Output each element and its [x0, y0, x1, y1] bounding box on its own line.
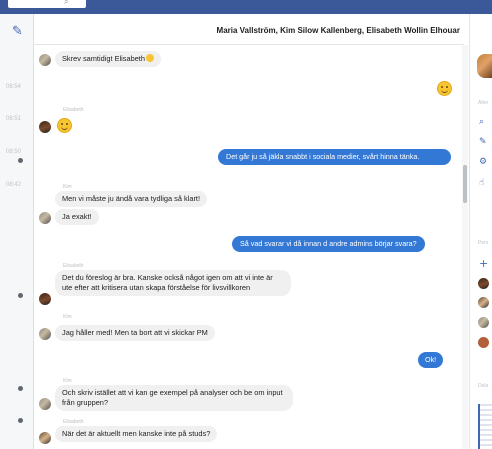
- message-thread: Skrev samtidigt Elisabeth Elisabeth Det …: [34, 45, 462, 449]
- message-text: Och skriv istället att vi kan ge exempel…: [62, 388, 283, 407]
- sender-name: Kim: [63, 314, 72, 320]
- settings-icon[interactable]: ⚙: [479, 157, 487, 167]
- message-text: Det går ju så jäkla snabbt i sociala med…: [226, 152, 420, 161]
- group-avatar[interactable]: [477, 54, 492, 78]
- avatar[interactable]: [39, 328, 51, 340]
- conversation-time: 08:51: [6, 116, 22, 122]
- message-text: Skrev samtidigt Elisabeth: [62, 54, 145, 63]
- message-bubble-outgoing: Det går ju så jäkla snabbt i sociala med…: [218, 149, 451, 165]
- message-bubble: Skrev samtidigt Elisabeth: [55, 51, 161, 67]
- sender-name: Elisabeth: [63, 107, 84, 113]
- smiley-emoji-icon: [145, 54, 154, 62]
- conversation-time: 08:50: [6, 149, 22, 155]
- section-label: Dela: [478, 383, 489, 389]
- message-text: När det är aktuellt men kanske inte på s…: [62, 429, 211, 438]
- message-text: Så vad svarar vi då innan d andre admins…: [240, 239, 417, 248]
- conversation-header: Maria Vallström, Kim Silow Kallenberg, E…: [34, 14, 464, 45]
- avatar[interactable]: [39, 212, 51, 224]
- unread-dot: [18, 386, 23, 391]
- message-text: Jag håller med! Men ta bort att vi skick…: [62, 328, 208, 337]
- avatar[interactable]: [39, 54, 51, 66]
- unread-dot: [18, 158, 23, 163]
- message-text: Men vi måste ju ändå vara tydliga så kla…: [62, 194, 201, 203]
- details-column: Alter ⌕ ✎ ⚙ ☝ Pers + Dela: [469, 14, 492, 449]
- section-label: Pers: [478, 240, 489, 246]
- conversation-title[interactable]: Maria Vallström, Kim Silow Kallenberg, E…: [217, 26, 460, 35]
- message-text: Ok!: [425, 355, 437, 364]
- thumbs-up-icon[interactable]: ☝: [479, 178, 484, 188]
- member-avatar[interactable]: [478, 297, 489, 308]
- member-avatar[interactable]: [478, 317, 489, 328]
- pencil-icon[interactable]: ✎: [479, 137, 487, 147]
- message-text: Ja exakt!: [62, 212, 92, 221]
- message-bubble-outgoing: Så vad svarar vi då innan d andre admins…: [232, 236, 425, 252]
- conversation-list-column: ✎ 08:54 08:51 08:50 08:42: [0, 14, 34, 449]
- avatar[interactable]: [39, 121, 51, 133]
- avatar[interactable]: [39, 293, 51, 305]
- search-icon[interactable]: ⌕: [64, 0, 68, 7]
- search-box[interactable]: ⌕: [8, 0, 86, 8]
- message-text: Det du föreslog är bra. Kanske också någ…: [62, 273, 273, 292]
- sender-name: Kim: [63, 184, 72, 190]
- message-bubble-outgoing: Ok!: [418, 352, 444, 368]
- message-bubble: Och skriv istället att vi kan ge exempel…: [55, 385, 293, 411]
- member-avatar[interactable]: [478, 278, 489, 289]
- sender-name: Kim: [63, 378, 72, 384]
- sender-name: Elisabeth: [63, 263, 84, 269]
- unread-dot: [18, 293, 23, 298]
- smiley-emoji-icon: [57, 118, 72, 133]
- add-person-icon[interactable]: +: [479, 257, 488, 270]
- thread-scrollbar[interactable]: [462, 45, 468, 449]
- top-navigation-bar: ⌕: [0, 0, 492, 14]
- search-icon[interactable]: ⌕: [479, 117, 484, 127]
- compose-icon[interactable]: ✎: [12, 25, 24, 38]
- scrollbar-thumb[interactable]: [463, 165, 467, 203]
- conversation-time: 08:54: [6, 84, 22, 90]
- message-bubble: Jag håller med! Men ta bort att vi skick…: [55, 325, 215, 341]
- message-bubble: Det du föreslog är bra. Kanske också någ…: [55, 270, 291, 296]
- conversation-time: 08:42: [6, 182, 22, 188]
- avatar[interactable]: [39, 398, 51, 410]
- message-bubble: När det är aktuellt men kanske inte på s…: [55, 426, 218, 442]
- section-label: Alter: [478, 100, 489, 106]
- message-bubble: Men vi måste ju ändå vara tydliga så kla…: [55, 191, 208, 207]
- member-avatar[interactable]: [478, 337, 489, 348]
- unread-dot: [18, 418, 23, 423]
- avatar[interactable]: [39, 432, 51, 444]
- shared-files-thumbnail[interactable]: [478, 404, 492, 449]
- smiley-emoji-icon: [437, 81, 452, 96]
- message-bubble: Ja exakt!: [55, 209, 99, 225]
- sender-name: Elisabeth: [63, 419, 84, 425]
